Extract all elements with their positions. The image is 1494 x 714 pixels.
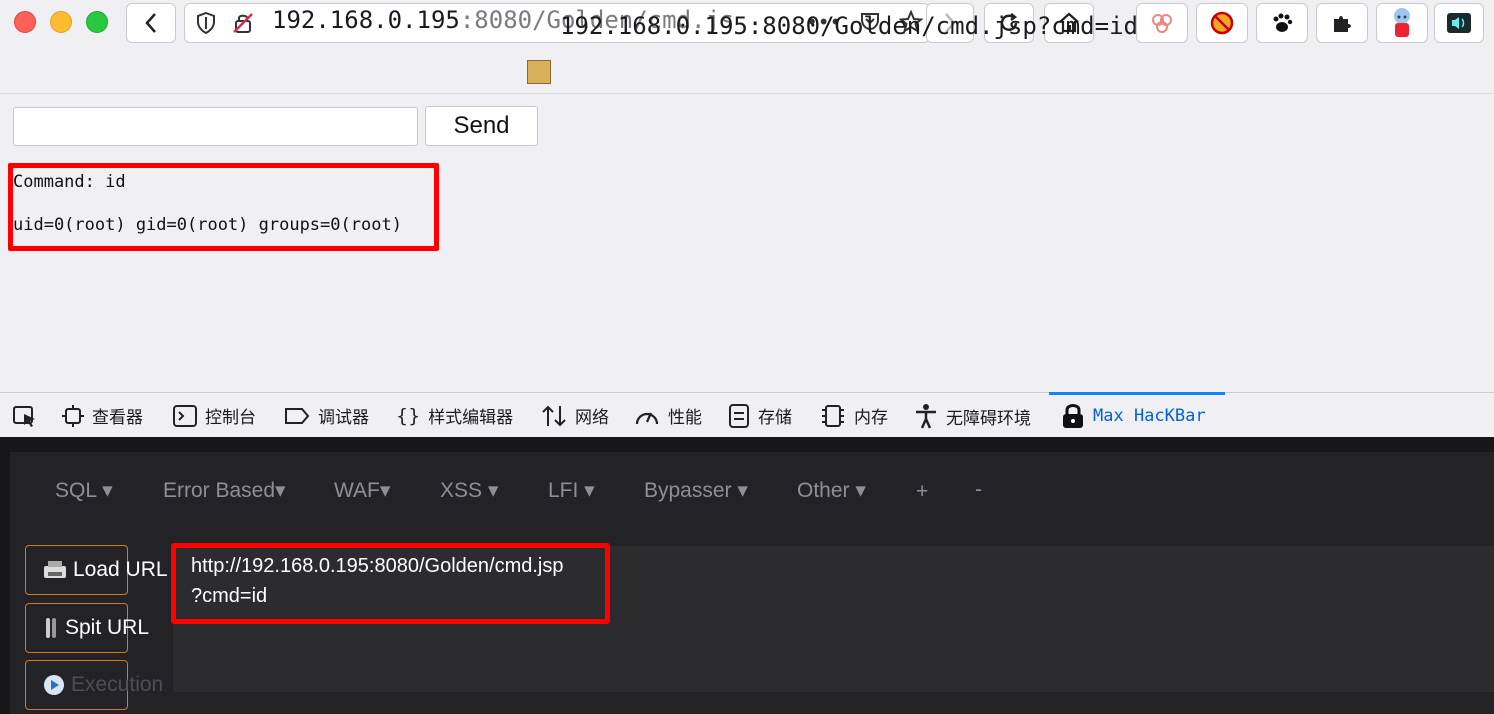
extension-button-2[interactable]	[1196, 3, 1248, 43]
tab-debugger[interactable]: 调试器	[284, 403, 369, 428]
lock-icon	[1063, 404, 1083, 428]
tab-memory[interactable]: 内存	[820, 403, 888, 428]
memory-icon	[822, 404, 844, 427]
menu-lfi[interactable]: LFI ▾	[548, 478, 595, 503]
extension-button-5[interactable]	[1434, 3, 1484, 43]
insecure-lock-icon[interactable]	[232, 12, 254, 34]
add-tab-button[interactable]: +	[916, 480, 928, 504]
menu-bypasser[interactable]: Bypasser ▾	[644, 478, 748, 503]
tab-network[interactable]: 网络	[541, 403, 609, 428]
execution-label: Execution	[71, 673, 164, 696]
send-button[interactable]: Send	[425, 106, 538, 146]
page-title-bar	[0, 46, 1494, 94]
link-rings-icon	[1152, 14, 1172, 33]
performance-icon	[635, 412, 659, 424]
anime-avatar-icon	[1394, 8, 1410, 37]
tab-label: 查看器	[92, 408, 143, 428]
paw-icon	[1273, 13, 1293, 32]
maximize-window-button[interactable]	[86, 11, 108, 33]
split-url-label: Spit URL	[65, 616, 150, 639]
tab-label: 内存	[854, 408, 888, 428]
tab-inspector[interactable]: 查看器	[62, 403, 143, 428]
active-tab-indicator	[1049, 392, 1225, 395]
load-url-button[interactable]: Load URL	[25, 545, 168, 595]
console-icon	[173, 404, 197, 427]
extension-button-1[interactable]	[1136, 3, 1188, 43]
shield-icon[interactable]	[196, 12, 216, 34]
minimize-window-button[interactable]	[50, 11, 72, 33]
tab-max-hackbar[interactable]: Max HacKBar	[1061, 403, 1206, 429]
tab-label: Max HacKBar	[1093, 406, 1206, 426]
split-url-button[interactable]: Spit URL	[25, 603, 149, 653]
page-content: Send Command: id uid=0(root) gid=0(root)…	[0, 94, 1494, 392]
tab-label: 性能	[668, 408, 702, 428]
speaker-icon	[1447, 13, 1471, 33]
play-icon	[43, 674, 65, 696]
tab-console[interactable]: 控制台	[173, 403, 256, 428]
devtools-tabbar: 查看器 控制台 调试器 {} 样式编辑器 网络 性能 存储 内存 无障碍环境 M…	[0, 392, 1494, 437]
tab-label: 控制台	[205, 408, 256, 428]
back-button[interactable]	[126, 3, 176, 43]
load-icon	[43, 559, 67, 581]
command-output: uid=0(root) gid=0(root) groups=0(root)	[13, 215, 402, 235]
tab-accessibility[interactable]: 无障碍环境	[914, 403, 1031, 429]
blocked-icon	[1210, 11, 1234, 35]
highlight-box	[171, 543, 610, 624]
accessibility-icon	[916, 404, 936, 429]
menu-other[interactable]: Other ▾	[797, 478, 866, 503]
extension-button-3[interactable]	[1256, 3, 1308, 43]
close-window-button[interactable]	[14, 11, 36, 33]
inspector-icon	[62, 404, 84, 427]
command-input[interactable]	[13, 107, 418, 146]
page-title: 192.168.0.195:8080/Golden/cmd.jsp?cmd=id	[560, 12, 1138, 40]
tab-storage[interactable]: 存储	[728, 403, 792, 428]
tab-style-editor[interactable]: {} 样式编辑器	[396, 403, 514, 429]
tab-label: 样式编辑器	[428, 408, 514, 428]
tab-label: 存储	[758, 408, 792, 428]
puzzle-icon	[1334, 16, 1351, 32]
extension-button-4[interactable]	[1376, 3, 1428, 43]
command-text: Command: id	[13, 172, 126, 192]
chevron-left-icon	[145, 13, 156, 33]
tab-label: 网络	[575, 408, 609, 428]
split-icon	[43, 617, 59, 639]
extensions-menu-button[interactable]	[1316, 3, 1368, 43]
network-icon	[542, 405, 566, 426]
menu-error-based[interactable]: Error Based▾	[163, 478, 286, 503]
storage-icon	[729, 403, 749, 428]
element-picker-icon[interactable]	[12, 405, 38, 429]
tab-label: 无障碍环境	[946, 408, 1031, 429]
tab-performance[interactable]: 性能	[634, 403, 702, 428]
load-url-label: Load URL	[73, 558, 168, 581]
menu-sql[interactable]: SQL ▾	[55, 478, 113, 503]
debugger-icon	[285, 407, 310, 424]
menu-waf[interactable]: WAF▾	[334, 478, 390, 503]
tab-label: 调试器	[318, 408, 369, 428]
execution-button[interactable]: Execution	[25, 660, 163, 710]
tomcat-favicon-icon	[527, 60, 551, 84]
menu-xss[interactable]: XSS ▾	[440, 478, 498, 503]
remove-tab-button[interactable]: -	[975, 478, 982, 502]
url-security-icons	[196, 12, 254, 34]
style-editor-icon: {}	[396, 404, 421, 427]
